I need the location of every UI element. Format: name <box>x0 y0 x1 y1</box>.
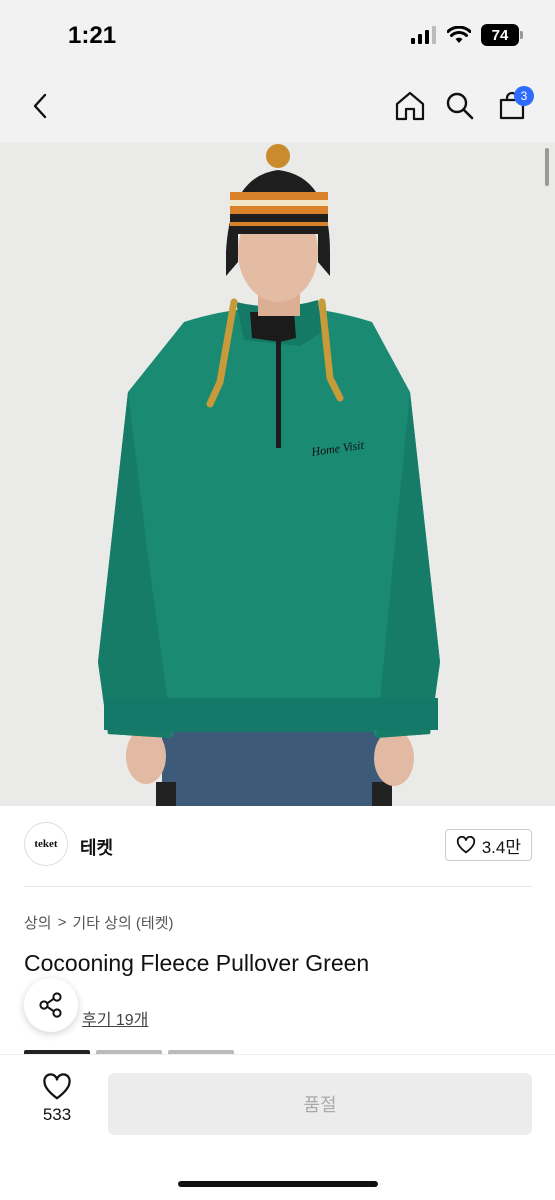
cart-button[interactable]: 3 <box>490 84 534 128</box>
share-button[interactable] <box>24 978 78 1032</box>
wifi-icon <box>447 26 471 43</box>
status-time: 1:21 <box>68 22 117 49</box>
wishlist-button[interactable]: 533 <box>22 1073 92 1133</box>
cart-count-badge: 3 <box>514 86 534 106</box>
back-icon <box>33 93 47 119</box>
reviews-link[interactable]: 후기 19개 <box>82 1006 148 1030</box>
divider <box>24 886 532 887</box>
breadcrumb-category[interactable]: 상의 <box>24 912 52 933</box>
soldout-button[interactable]: 품절 <box>108 1073 532 1135</box>
product-photo: Home Visit <box>0 142 555 806</box>
breadcrumb: 상의 > 기타 상의 (테켓) <box>24 912 174 933</box>
home-button[interactable] <box>388 84 432 128</box>
heart-icon <box>456 836 475 854</box>
status-icons: 74 <box>411 24 523 46</box>
breadcrumb-separator: > <box>57 914 67 931</box>
battery-indicator: 74 <box>481 24 523 46</box>
search-icon <box>446 92 474 120</box>
home-icon <box>395 91 425 121</box>
nav-bar: 3 <box>0 70 555 142</box>
bottom-action-bar: 533 품절 <box>0 1054 555 1200</box>
brand-row[interactable]: teket 테켓 3.4만 <box>24 822 532 868</box>
home-indicator <box>178 1181 378 1187</box>
signal-icon <box>411 26 436 44</box>
brand-logo[interactable]: teket <box>24 822 68 866</box>
brand-like-button[interactable]: 3.4만 <box>444 829 532 861</box>
product-title: Cocooning Fleece Pullover Green <box>24 950 370 976</box>
breadcrumb-subcategory[interactable]: 기타 상의 (테켓) <box>72 912 173 933</box>
brand-like-count: 3.4만 <box>481 837 521 857</box>
brand-name[interactable]: 테켓 <box>80 834 113 860</box>
wishlist-count: 533 <box>42 1105 72 1124</box>
share-icon <box>39 992 62 1018</box>
search-button[interactable] <box>438 84 482 128</box>
back-button[interactable] <box>18 84 62 128</box>
heart-icon <box>43 1073 71 1100</box>
scroll-indicator[interactable] <box>545 148 549 186</box>
status-bar: 1:21 74 <box>0 0 555 70</box>
product-image[interactable]: Home Visit <box>0 142 555 806</box>
